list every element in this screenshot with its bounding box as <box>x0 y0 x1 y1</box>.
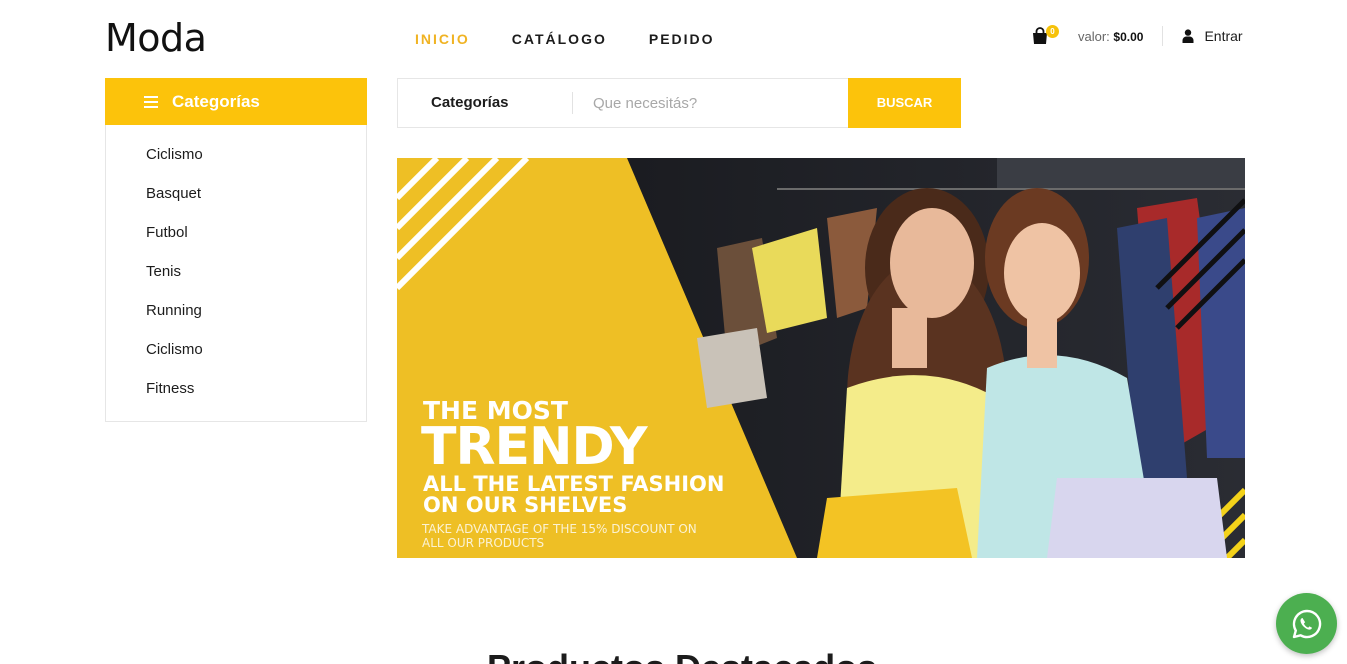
category-item-tenis[interactable]: Tenis <box>106 263 366 302</box>
category-item-basquet[interactable]: Basquet <box>106 185 366 224</box>
site-logo[interactable]: Moda <box>105 16 207 60</box>
main-nav: INICIO CATÁLOGO PEDIDO <box>415 31 757 47</box>
cart-total-amount: $0.00 <box>1113 29 1144 44</box>
login-link[interactable]: Entrar <box>1182 28 1243 44</box>
category-item-ciclismo-2[interactable]: Ciclismo <box>106 341 366 380</box>
search-bar: Categorías BUSCAR <box>397 78 961 128</box>
user-icon <box>1182 29 1194 43</box>
category-item-futbol[interactable]: Futbol <box>106 224 366 263</box>
featured-products-title: Productos Destacados <box>487 647 877 664</box>
whatsapp-icon <box>1292 609 1321 638</box>
categories-list: Ciclismo Basquet Futbol Tenis Running Ci… <box>105 125 367 422</box>
hamburger-icon <box>144 95 158 108</box>
hero-line-2: TRENDY <box>421 417 648 477</box>
cart-total-label: valor: <box>1078 28 1110 44</box>
whatsapp-button[interactable] <box>1276 593 1337 654</box>
categories-title: Categorías <box>172 91 260 111</box>
category-item-running[interactable]: Running <box>106 302 366 341</box>
hero-line-3b: ON OUR SHELVES <box>423 493 628 517</box>
hero-line-4a: TAKE ADVANTAGE OF THE 15% DISCOUNT ON <box>422 522 697 536</box>
login-label: Entrar <box>1204 28 1243 44</box>
category-item-ciclismo[interactable]: Ciclismo <box>106 146 366 185</box>
hero-line-4: TAKE ADVANTAGE OF THE 15% DISCOUNT ON AL… <box>422 522 697 550</box>
hero-line-4b: ALL OUR PRODUCTS <box>422 536 545 550</box>
header-right: 0 valor: $0.00 Entrar <box>1032 24 1243 48</box>
categories-toggle[interactable]: Categorías <box>105 78 367 125</box>
search-button[interactable]: BUSCAR <box>848 78 961 128</box>
category-item-fitness[interactable]: Fitness <box>106 380 366 419</box>
nav-catalogo[interactable]: CATÁLOGO <box>512 31 607 47</box>
hero-line-3a: ALL THE LATEST FASHION <box>423 472 725 496</box>
hero-line-3: ALL THE LATEST FASHION ON OUR SHELVES <box>423 474 724 516</box>
page: Moda INICIO CATÁLOGO PEDIDO 0 valor: $0.… <box>0 0 1347 664</box>
nav-pedido[interactable]: PEDIDO <box>649 31 715 47</box>
cart-button[interactable]: 0 <box>1032 25 1059 47</box>
cart-count-badge: 0 <box>1046 25 1059 38</box>
search-category-select[interactable]: Categorías <box>398 92 573 114</box>
search-input[interactable] <box>573 79 848 127</box>
nav-inicio[interactable]: INICIO <box>415 31 470 47</box>
header-divider <box>1162 26 1164 46</box>
cart-total: valor: $0.00 <box>1078 29 1143 44</box>
hero-banner[interactable]: THE MOST TRENDY ALL THE LATEST FASHION O… <box>397 158 1245 558</box>
